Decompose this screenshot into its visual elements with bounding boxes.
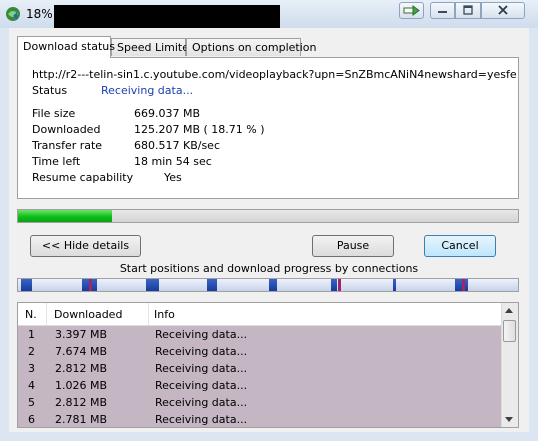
downloaded-label: Downloaded	[32, 123, 101, 136]
time-left-value: 18 min 54 sec	[134, 155, 212, 168]
status-label: Status	[32, 84, 68, 97]
row-downloaded: 2.812 MB	[55, 362, 108, 375]
connections-progress-bar	[17, 278, 519, 292]
transfer-rate-label: Transfer rate	[32, 139, 103, 152]
row-number: 2	[28, 345, 35, 358]
maximize-icon	[463, 5, 473, 15]
tab-options-on-completion[interactable]: Options on completion	[186, 38, 317, 56]
transfer-rate-value: 680.517 KB/sec	[134, 139, 220, 152]
row-info: Receiving data...	[155, 396, 248, 409]
column-header-downloaded[interactable]: Downloaded	[54, 308, 122, 321]
download-status-panel: http://r2---telin-sin1.c.youtube.com/vid…	[17, 57, 519, 199]
status-value: Receiving data...	[101, 84, 194, 97]
column-header-info[interactable]: Info	[154, 308, 175, 321]
tab-download-status[interactable]: Download status	[17, 36, 115, 58]
download-progress-fill	[18, 210, 112, 222]
redacted-title-block	[54, 5, 280, 28]
scrollbar-thumb[interactable]	[503, 320, 516, 342]
pause-button[interactable]: Pause	[312, 235, 394, 257]
table-row[interactable]: 1 3.397 MB Receiving data...	[18, 326, 503, 343]
connection-marker	[338, 279, 341, 291]
row-downloaded: 1.026 MB	[55, 379, 108, 392]
connection-segment	[393, 279, 396, 291]
connections-caption: Start positions and download progress by…	[119, 262, 419, 275]
scroll-up-icon[interactable]	[505, 308, 513, 313]
row-info: Receiving data...	[155, 379, 248, 392]
row-info: Receiving data...	[155, 345, 248, 358]
connection-segment	[21, 279, 32, 291]
row-downloaded: 3.397 MB	[55, 328, 108, 341]
time-left-label: Time left	[32, 155, 81, 168]
row-downloaded: 2.781 MB	[55, 413, 108, 426]
connection-segment	[146, 279, 159, 291]
row-downloaded: 7.674 MB	[55, 345, 108, 358]
cancel-button[interactable]: Cancel	[424, 235, 496, 257]
connection-marker	[89, 279, 92, 291]
resume-capability-label: Resume capability	[32, 171, 134, 184]
row-number: 4	[28, 379, 35, 392]
row-info: Receiving data...	[155, 362, 248, 375]
downloaded-value: 125.207 MB ( 18.71 % )	[134, 123, 265, 136]
minimize-icon	[438, 11, 447, 13]
row-info: Receiving data...	[155, 413, 248, 426]
close-icon	[498, 5, 508, 15]
close-button[interactable]	[481, 2, 525, 19]
column-divider	[148, 303, 149, 325]
window-title: 18%	[26, 7, 53, 21]
file-size-label: File size	[32, 107, 76, 120]
row-number: 1	[28, 328, 35, 341]
dialog-body: Download status Speed Limiter Options on…	[9, 28, 529, 432]
row-number: 6	[28, 413, 35, 426]
connection-segment	[331, 279, 337, 291]
connection-segment	[207, 279, 217, 291]
column-divider	[46, 303, 47, 325]
minimize-button[interactable]	[430, 2, 455, 19]
row-info: Receiving data...	[155, 328, 248, 341]
download-progress-bar	[17, 209, 519, 223]
tab-speed-limiter[interactable]: Speed Limiter	[111, 38, 194, 56]
download-app-icon	[6, 7, 20, 21]
file-size-value: 669.037 MB	[134, 107, 201, 120]
column-header-number[interactable]: N.	[25, 308, 37, 321]
title-bar: 18%	[0, 0, 538, 28]
table-header: N. Downloaded Info	[18, 303, 503, 326]
table-row[interactable]: 4 1.026 MB Receiving data...	[18, 377, 503, 394]
row-downloaded: 2.812 MB	[55, 396, 108, 409]
scroll-down-icon[interactable]	[505, 417, 513, 422]
table-row[interactable]: 6 2.781 MB Receiving data...	[18, 411, 503, 427]
table-row[interactable]: 3 2.812 MB Receiving data...	[18, 360, 503, 377]
row-number: 5	[28, 396, 35, 409]
arrow-right-icon	[403, 5, 420, 16]
connections-table[interactable]: N. Downloaded Info 1 3.397 MB Receiving …	[17, 302, 519, 428]
hide-details-button[interactable]: << Hide details	[30, 235, 141, 257]
export-button[interactable]	[399, 2, 424, 19]
download-url: http://r2---telin-sin1.c.youtube.com/vid…	[32, 68, 516, 81]
maximize-button[interactable]	[455, 2, 481, 19]
resume-capability-value: Yes	[164, 171, 182, 184]
row-number: 3	[28, 362, 35, 375]
table-row[interactable]: 5 2.812 MB Receiving data...	[18, 394, 503, 411]
connection-segment	[269, 279, 277, 291]
table-row[interactable]: 2 7.674 MB Receiving data...	[18, 343, 503, 360]
vertical-scrollbar[interactable]	[501, 303, 518, 427]
connection-marker	[462, 279, 465, 291]
